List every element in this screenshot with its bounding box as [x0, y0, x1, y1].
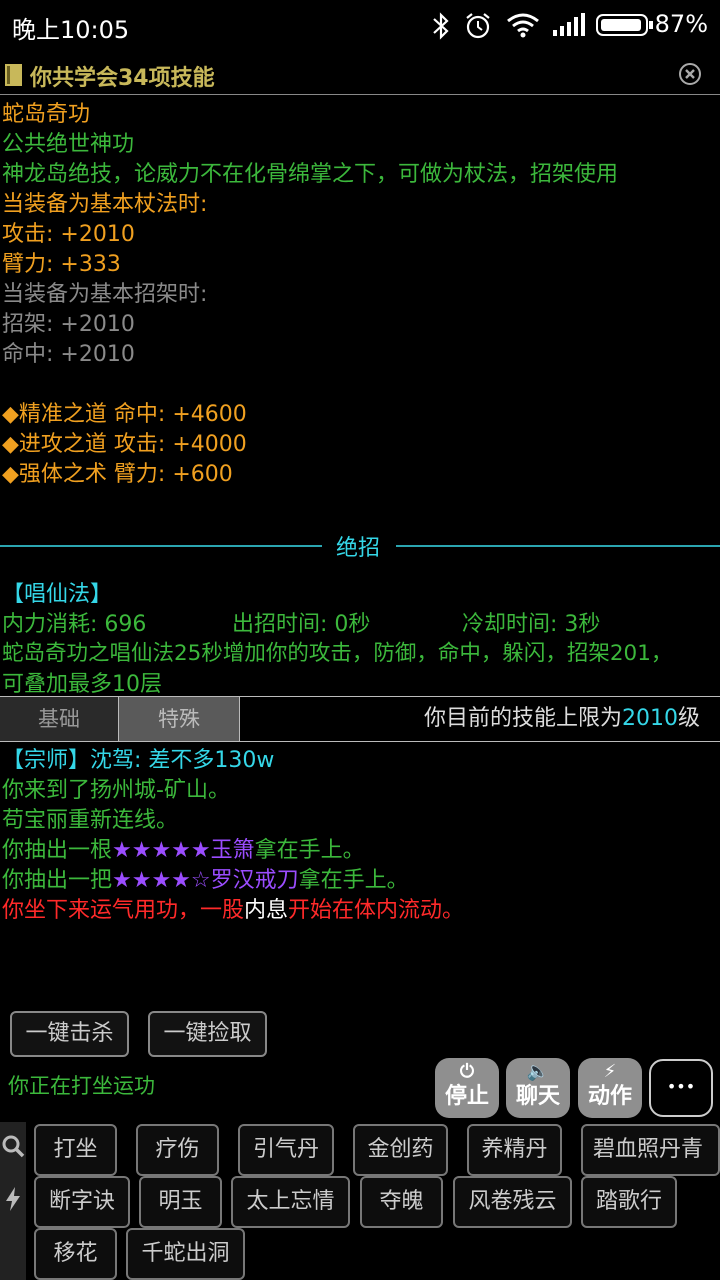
pick-all-button[interactable]: 一键捡取 [148, 1011, 267, 1057]
arm-bonus: 臂力: +333 [2, 252, 121, 277]
battery-icon [596, 14, 653, 36]
search-icon[interactable] [1, 1134, 25, 1158]
signal-icon [553, 13, 585, 36]
diamond-icon: ◆ [2, 432, 19, 457]
move-name: 【唱仙法】 [2, 582, 113, 607]
diamond-icon: ◆ [2, 462, 19, 487]
parry-bonus: 招架: +2010 [2, 312, 135, 337]
skill-button[interactable]: 疗伤 [136, 1124, 219, 1176]
passive-item: ◆进攻之道 攻击: +4000 [2, 432, 247, 457]
section-title: 绝招 [336, 536, 381, 561]
cast-time: 出招时间: 0秒 [232, 612, 371, 637]
log-line: 你来到了扬州城-矿山。 [2, 778, 230, 803]
equip-staff-header: 当装备为基本杖法时: [2, 192, 208, 217]
stop-button[interactable]: ⏻ 停止 [435, 1058, 499, 1118]
more-button[interactable]: ••• [649, 1059, 713, 1117]
skill-limit: 你目前的技能上限为2010级 [423, 706, 700, 731]
divider-left [0, 545, 322, 547]
log-line: 【宗师】沈驾: 差不多130w [2, 748, 275, 773]
skill-button[interactable]: 移花 [34, 1228, 117, 1280]
lightning-icon[interactable] [3, 1186, 23, 1212]
skill-button[interactable]: 千蛇出洞 [126, 1228, 245, 1280]
passive-item: ◆强体之术 臂力: +600 [2, 462, 233, 487]
skill-button[interactable]: 太上忘情 [231, 1176, 350, 1228]
tab-basic[interactable]: 基础 [0, 697, 119, 741]
divider-right [396, 545, 720, 547]
wifi-icon [507, 13, 539, 38]
skill-button[interactable]: 风卷残云 [453, 1176, 572, 1228]
skill-button[interactable]: 引气丹 [238, 1124, 334, 1176]
action-button[interactable]: ⚡ 动作 [578, 1058, 642, 1118]
attack-bonus: 攻击: +2010 [2, 222, 135, 247]
chat-button[interactable]: 🔈 聊天 [506, 1058, 570, 1118]
power-icon: ⏻ [459, 1061, 475, 1082]
log-line: 苟宝丽重新连线。 [2, 808, 179, 833]
equip-parry-header: 当装备为基本招架时: [2, 282, 208, 307]
move-description-2: 可叠加最多10层 [2, 672, 162, 697]
move-description: 蛇岛奇功之唱仙法25秒增加你的攻击，防御，命中，躲闪，招架201， [2, 641, 673, 666]
skill-button[interactable]: 打坐 [34, 1124, 117, 1176]
mana-cost: 内力消耗: 696 [2, 612, 147, 637]
skill-button[interactable]: 踏歌行 [581, 1176, 677, 1228]
skill-name: 蛇岛奇功 [2, 102, 91, 127]
hit-bonus: 命中: +2010 [2, 342, 135, 367]
skill-panel-header: 你共学会34项技能 [0, 56, 720, 95]
book-icon [5, 64, 22, 86]
skill-button[interactable]: 养精丹 [467, 1124, 562, 1176]
status-time: 晚上10:05 [12, 16, 130, 44]
skill-category: 公共绝世神功 [2, 132, 135, 157]
tab-special[interactable]: 特殊 [119, 697, 240, 741]
battery-percent: 87% [654, 10, 708, 38]
kill-all-button[interactable]: 一键击杀 [10, 1011, 129, 1057]
star-rating: ★★★★☆ [112, 868, 211, 893]
skill-button[interactable]: 夺魄 [360, 1176, 443, 1228]
status-bar: 晚上10:05 87% [0, 0, 720, 50]
lightning-icon: ⚡ [603, 1061, 617, 1082]
tab-bar: 基础 特殊 你目前的技能上限为2010级 [0, 696, 720, 742]
skill-button[interactable]: 金创药 [353, 1124, 448, 1176]
cooldown: 冷却时间: 3秒 [462, 612, 601, 637]
skill-button[interactable]: 明玉 [139, 1176, 222, 1228]
diamond-icon: ◆ [2, 402, 19, 427]
close-icon[interactable] [678, 62, 702, 86]
star-rating: ★★★★★ [112, 838, 211, 863]
alarm-icon [466, 13, 490, 39]
passive-item: ◆精准之道 命中: +4600 [2, 402, 247, 427]
skill-description: 神龙岛绝技，论威力不在化骨绵掌之下，可做为杖法，招架使用 [2, 162, 619, 187]
log-line: 你坐下来运气用功，一股内息开始在体内流动。 [2, 898, 465, 923]
log-line: 你抽出一把★★★★☆罗汉戒刀拿在手上。 [2, 868, 409, 893]
speaker-icon: 🔈 [526, 1061, 550, 1082]
skill-button[interactable]: 碧血照丹青 [581, 1124, 720, 1176]
bluetooth-icon [433, 12, 449, 40]
state-text: 你正在打坐运功 [8, 1074, 155, 1098]
skill-button[interactable]: 断字诀 [34, 1176, 130, 1228]
log-line: 你抽出一根★★★★★玉箫拿在手上。 [2, 838, 365, 863]
skill-count-title: 你共学会34项技能 [30, 66, 215, 91]
